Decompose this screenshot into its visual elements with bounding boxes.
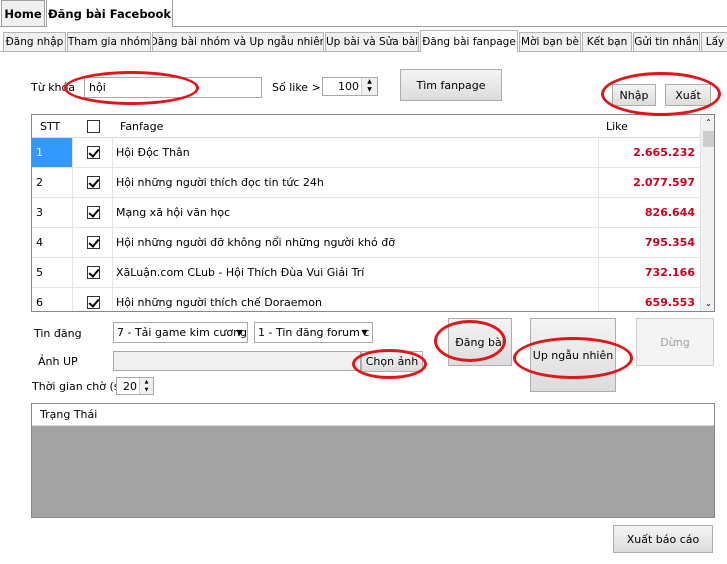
scroll-thumb[interactable] (703, 131, 714, 147)
row-like-count: 659.553 (644, 296, 695, 309)
row-stt: 6 (36, 296, 43, 309)
row-checkbox[interactable] (87, 146, 100, 159)
find-fanpage-button[interactable]: Tìm fanpage (400, 69, 502, 101)
tab-lay[interactable]: Lấy (701, 32, 727, 51)
row-fanpage-name: Hội Độc Thân (116, 146, 190, 159)
row-checkbox[interactable] (87, 206, 100, 219)
tab-gui-tin-nhan[interactable]: Gửi tin nhắn (633, 32, 700, 51)
keyword-label: Từ khóa (31, 81, 75, 94)
row-fanpage-name: XãLuận.com CLub - Hội Thích Đùa Vui Giải… (116, 266, 365, 279)
row-stt: 1 (32, 138, 72, 167)
row-checkbox[interactable] (87, 266, 100, 279)
col-divider (112, 138, 113, 311)
wait-time-value: 20 (123, 379, 137, 393)
row-like-count: 2.077.597 (633, 176, 695, 189)
import-button[interactable]: Nhập (612, 84, 656, 106)
tab-up-bai-sua-bai[interactable]: Up bài và Sửa bài (325, 32, 419, 51)
row-fanpage-name: Hội những người thích đọc tin tức 24h (116, 176, 324, 189)
table-header: STT Fanfage Like (32, 115, 700, 138)
chevron-down-icon: ▼ (361, 328, 368, 337)
wait-time-label: Thời gian chờ (s) (32, 380, 124, 393)
stop-button[interactable]: Dừng (636, 318, 714, 366)
sub-tab-strip-line (0, 51, 727, 52)
col-divider (72, 138, 73, 311)
col-like-header: Like (606, 120, 628, 133)
fanpage-table: STT Fanfage Like 1 Hội Độc Thân 2.665.232 2… (31, 114, 715, 312)
col-stt-header: STT (40, 120, 61, 133)
row-fanpage-name: Hội những người thích chế Doraemon (116, 296, 322, 309)
row-checkbox[interactable] (87, 236, 100, 249)
scroll-up-icon[interactable]: ⌃ (701, 115, 714, 130)
anh-up-input[interactable] (113, 351, 361, 371)
table-scrollbar[interactable]: ⌃ ⌄ (700, 115, 714, 311)
tab-home[interactable]: Home (1, 0, 45, 26)
row-like-count: 795.354 (644, 236, 695, 249)
row-stt: 3 (36, 206, 43, 219)
tin-dang-select-2[interactable]: 1 - Tin đăng forum c ▼ (254, 322, 373, 343)
row-stt: 4 (36, 236, 43, 249)
keyword-input[interactable]: hội (84, 77, 262, 98)
row-stt: 2 (36, 176, 43, 189)
tab-dang-bai-facebook[interactable]: Đăng bài Facebook (46, 0, 173, 27)
col-fanpage-header: Fanfage (120, 120, 164, 133)
tab-dang-nhap[interactable]: Đăng nhập (3, 32, 66, 51)
tab-dang-bai-fanpage[interactable]: Đăng bài fanpage (420, 30, 518, 52)
tab-dang-bai-nhom[interactable]: Đăng bài nhóm và Up ngẫu nhiên (152, 32, 324, 51)
row-like-count: 826.644 (644, 206, 695, 219)
post-button[interactable]: Đăng bài (448, 318, 512, 366)
select-all-checkbox[interactable] (87, 120, 100, 133)
like-count-value: 100 (338, 80, 359, 93)
table-row[interactable]: 2 Hội những người thích đọc tin tức 24h 2.… (32, 168, 700, 198)
stepper-arrows[interactable]: ▲ ▼ (139, 378, 153, 394)
table-body: 1 Hội Độc Thân 2.665.232 2 Hội những người t… (32, 138, 700, 311)
row-like-count: 732.166 (644, 266, 695, 279)
tin-dang-select-1-value: 7 - Tải game kim cương (117, 326, 248, 339)
row-fanpage-name: Mạng xã hội văn học (116, 206, 231, 219)
anh-up-label: Ảnh UP (38, 355, 78, 368)
random-up-button[interactable]: Up ngẫu nhiên (530, 318, 616, 392)
chevron-down-icon: ▼ (236, 328, 243, 337)
wait-time-stepper[interactable]: 20 ▲ ▼ (116, 377, 154, 395)
tab-moi-ban-be[interactable]: Mời bạn bè (519, 32, 581, 51)
col-divider (598, 138, 599, 311)
tab-ket-ban[interactable]: Kết bạn (582, 32, 632, 51)
status-panel: Trạng Thái (31, 403, 715, 518)
tin-dang-label: Tin đăng (34, 327, 82, 340)
table-row[interactable]: 6 Hội những người thích chế Doraemon 659.5… (32, 288, 700, 311)
row-like-count: 2.665.232 (633, 146, 695, 159)
tin-dang-select-2-value: 1 - Tin đăng forum c (258, 326, 370, 339)
tab-tham-gia-nhom[interactable]: Tham gia nhóm (67, 32, 151, 51)
row-fanpage-name: Hội những người đỡ không nổi những người… (116, 236, 395, 249)
status-header: Trạng Thái (32, 404, 714, 426)
stepper-arrows[interactable]: ▲ ▼ (361, 78, 377, 95)
scroll-down-icon[interactable]: ⌄ (701, 296, 714, 311)
like-count-stepper[interactable]: 100 ▲ ▼ (322, 77, 378, 96)
export-button[interactable]: Xuất (665, 84, 711, 106)
like-label: Số like > (272, 81, 321, 94)
row-stt: 5 (36, 266, 43, 279)
export-report-button[interactable]: Xuất báo cáo (613, 525, 713, 553)
row-checkbox[interactable] (87, 176, 100, 189)
row-checkbox[interactable] (87, 296, 100, 309)
table-row[interactable]: 4 Hội những người đỡ không nổi những ngườ… (32, 228, 700, 258)
tin-dang-select-1[interactable]: 7 - Tải game kim cương ▼ (113, 322, 248, 343)
table-row[interactable]: 1 Hội Độc Thân 2.665.232 (32, 138, 700, 168)
table-row[interactable]: 5 XãLuận.com CLub - Hội Thích Đùa Vui Giả… (32, 258, 700, 288)
table-row[interactable]: 3 Mạng xã hội văn học 826.644 (32, 198, 700, 228)
choose-image-button[interactable]: Chọn ảnh (361, 351, 423, 372)
